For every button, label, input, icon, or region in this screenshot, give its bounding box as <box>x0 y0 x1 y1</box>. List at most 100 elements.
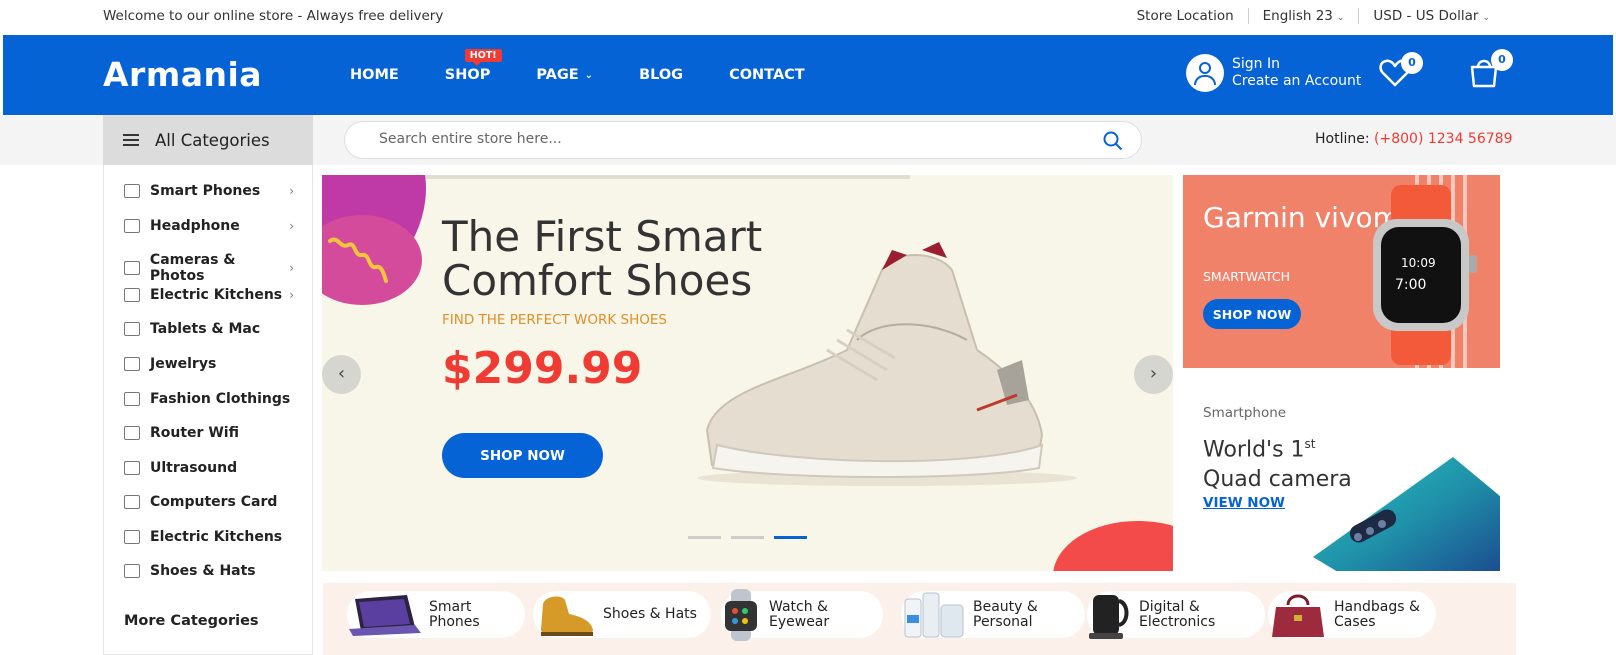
sub-bar: All Categories Hotline: (+800) 1234 5678… <box>0 115 1616 165</box>
hotline-label: Hotline: <box>1315 131 1370 147</box>
account-link[interactable]: Sign In Create an Account <box>1186 54 1361 92</box>
nav-contact[interactable]: CONTACT <box>729 67 805 83</box>
create-account-link[interactable]: Create an Account <box>1232 73 1361 90</box>
decorative-shape <box>1053 521 1173 571</box>
sidebar-item-electric-kitchens-2[interactable]: Electric Kitchens <box>124 529 294 545</box>
chevron-left-icon: ‹ <box>337 363 346 384</box>
nav-shop[interactable]: HOT! SHOP <box>444 49 502 83</box>
category-sidebar: Smart Phones › Headphone › Cameras & Photo… <box>103 165 313 655</box>
sidebar-item-jewelrys[interactable]: Jewelrys <box>124 356 294 372</box>
sidebar-item-tablets-mac[interactable]: Tablets & Mac <box>124 321 294 337</box>
smartphone-image <box>1313 457 1500 571</box>
sidebar-item-label: Headphone <box>150 218 240 234</box>
sidebar-item-computers-card[interactable]: Computers Card <box>124 494 294 510</box>
banner1-shop-now-button[interactable]: SHOP NOW <box>1203 299 1301 329</box>
search-input[interactable] <box>379 131 1079 147</box>
main-header: Armania HOME HOT! SHOP PAGE ⌄ BLOG CONTACT… <box>3 35 1613 115</box>
chevron-down-icon: ⌄ <box>1482 13 1490 23</box>
sidebar-item-label: Electric Kitchens <box>150 287 283 303</box>
camera-icon <box>124 261 140 275</box>
slider-prev-button[interactable]: ‹ <box>322 355 361 394</box>
smartwatch-image: 10:09 7:00 <box>1373 185 1477 365</box>
svg-text:7:00: 7:00 <box>1395 277 1426 293</box>
hotline: Hotline: (+800) 1234 56789 <box>1315 131 1512 147</box>
sidebar-item-ultrasound[interactable]: Ultrasound <box>124 460 294 476</box>
language-selector[interactable]: English 23 ⌄ <box>1249 8 1359 24</box>
category-pill-beauty-personal[interactable]: Beauty & Personal <box>901 591 1085 638</box>
top-bar: Welcome to our online store - Always fre… <box>0 0 1616 34</box>
more-categories-link[interactable]: More Categories <box>124 613 259 629</box>
sidebar-item-cameras-photos[interactable]: Cameras & Photos › <box>124 252 294 284</box>
sidebar-item-router-wifi[interactable]: Router Wifi <box>124 425 294 441</box>
tablet-icon <box>124 322 140 336</box>
beauty-product-icon <box>904 592 964 637</box>
sidebar-item-label: Shoes & Hats <box>150 563 256 579</box>
slider-pagination <box>688 536 817 539</box>
ultrasound-icon <box>124 461 140 475</box>
sidebar-item-label: Ultrasound <box>150 460 238 476</box>
all-categories-label: All Categories <box>155 130 270 150</box>
tablet-product-icon <box>349 594 421 636</box>
wishlist-button[interactable]: 0 <box>1379 52 1423 92</box>
sidebar-item-label: Fashion Clothings <box>150 391 291 407</box>
category-pill-handbags-cases[interactable]: Handbags & Cases <box>1268 591 1436 638</box>
all-categories-button[interactable]: All Categories <box>103 115 313 165</box>
category-pill-smart-phones[interactable]: Smart Phones <box>347 591 525 638</box>
site-logo[interactable]: Armania <box>103 55 262 94</box>
menu-icon <box>123 131 139 149</box>
nav-home[interactable]: HOME <box>350 67 399 83</box>
slider-next-button[interactable]: › <box>1134 355 1173 394</box>
slider-dot-3[interactable] <box>774 536 807 539</box>
store-location-link[interactable]: Store Location <box>1123 8 1248 24</box>
currency-label: USD - US Dollar <box>1373 8 1479 24</box>
hotline-number[interactable]: (+800) 1234 56789 <box>1374 131 1512 147</box>
wishlist-count-badge: 0 <box>1401 52 1423 74</box>
smartphone-banner[interactable]: Smartphone World's 1st Quad camera VIEW … <box>1183 377 1500 571</box>
category-pill-label: Watch & Eyewear <box>769 598 830 630</box>
smartwatch-banner[interactable]: Garmin vivomove SMARTWATCH SHOP NOW 10:0… <box>1183 175 1500 368</box>
chevron-right-icon: › <box>289 184 294 198</box>
clothing-icon <box>124 392 140 406</box>
sidebar-item-fashion-clothings[interactable]: Fashion Clothings <box>124 391 294 407</box>
category-pill-label: Handbags & Cases <box>1334 598 1420 630</box>
chevron-right-icon: › <box>1149 363 1158 384</box>
chevron-right-icon: › <box>289 219 294 233</box>
sidebar-item-electric-kitchens[interactable]: Electric Kitchens › <box>124 287 294 303</box>
search-box <box>344 121 1142 159</box>
phone-icon <box>124 184 140 198</box>
sidebar-item-smart-phones[interactable]: Smart Phones › <box>124 183 294 199</box>
category-pill-shoes-hats[interactable]: Shoes & Hats <box>533 591 711 638</box>
sidebar-item-label: Tablets & Mac <box>150 321 261 337</box>
search-icon[interactable] <box>1103 131 1123 151</box>
slider-shop-now-button[interactable]: SHOP NOW <box>442 433 603 478</box>
svg-text:10:09: 10:09 <box>1401 256 1436 270</box>
sign-in-link[interactable]: Sign In <box>1232 56 1361 73</box>
sidebar-item-label: Router Wifi <box>150 425 239 441</box>
welcome-message: Welcome to our online store - Always fre… <box>103 8 444 24</box>
nav-page[interactable]: PAGE ⌄ <box>536 67 593 83</box>
top-bar-links: Store Location English 23 ⌄ USD - US Doll… <box>1123 8 1490 24</box>
nav-label: SHOP <box>444 67 491 83</box>
category-pill-label: Digital & Electronics <box>1139 598 1216 630</box>
category-pill-digital-electronics[interactable]: Digital & Electronics <box>1087 591 1265 639</box>
chevron-right-icon: › <box>289 261 294 275</box>
chevron-down-icon: ⌄ <box>1336 13 1345 23</box>
slider-dot-2[interactable] <box>731 536 764 539</box>
nav-blog[interactable]: BLOG <box>639 67 683 83</box>
category-pill-watch-eyewear[interactable]: Watch & Eyewear <box>721 588 883 641</box>
hero-slider: The First Smart Comfort Shoes FIND THE P… <box>322 175 1173 571</box>
slider-price: $299.99 <box>442 343 643 394</box>
headphone-icon <box>124 219 140 233</box>
cart-button[interactable]: 0 <box>1467 49 1513 93</box>
sidebar-item-headphone[interactable]: Headphone › <box>124 218 294 234</box>
shoe-icon <box>124 564 140 578</box>
slider-dot-1[interactable] <box>688 536 721 539</box>
banner2-view-now-link[interactable]: VIEW NOW <box>1203 495 1285 511</box>
sidebar-item-shoes-hats[interactable]: Shoes & Hats <box>124 563 294 579</box>
currency-selector[interactable]: USD - US Dollar ⌄ <box>1359 8 1490 24</box>
watch-product-icon <box>725 588 757 641</box>
nav-label: CONTACT <box>729 67 805 83</box>
sidebar-item-label: Cameras & Photos <box>149 252 236 284</box>
cart-count-badge: 0 <box>1491 49 1513 71</box>
nav-label: HOME <box>350 67 399 83</box>
